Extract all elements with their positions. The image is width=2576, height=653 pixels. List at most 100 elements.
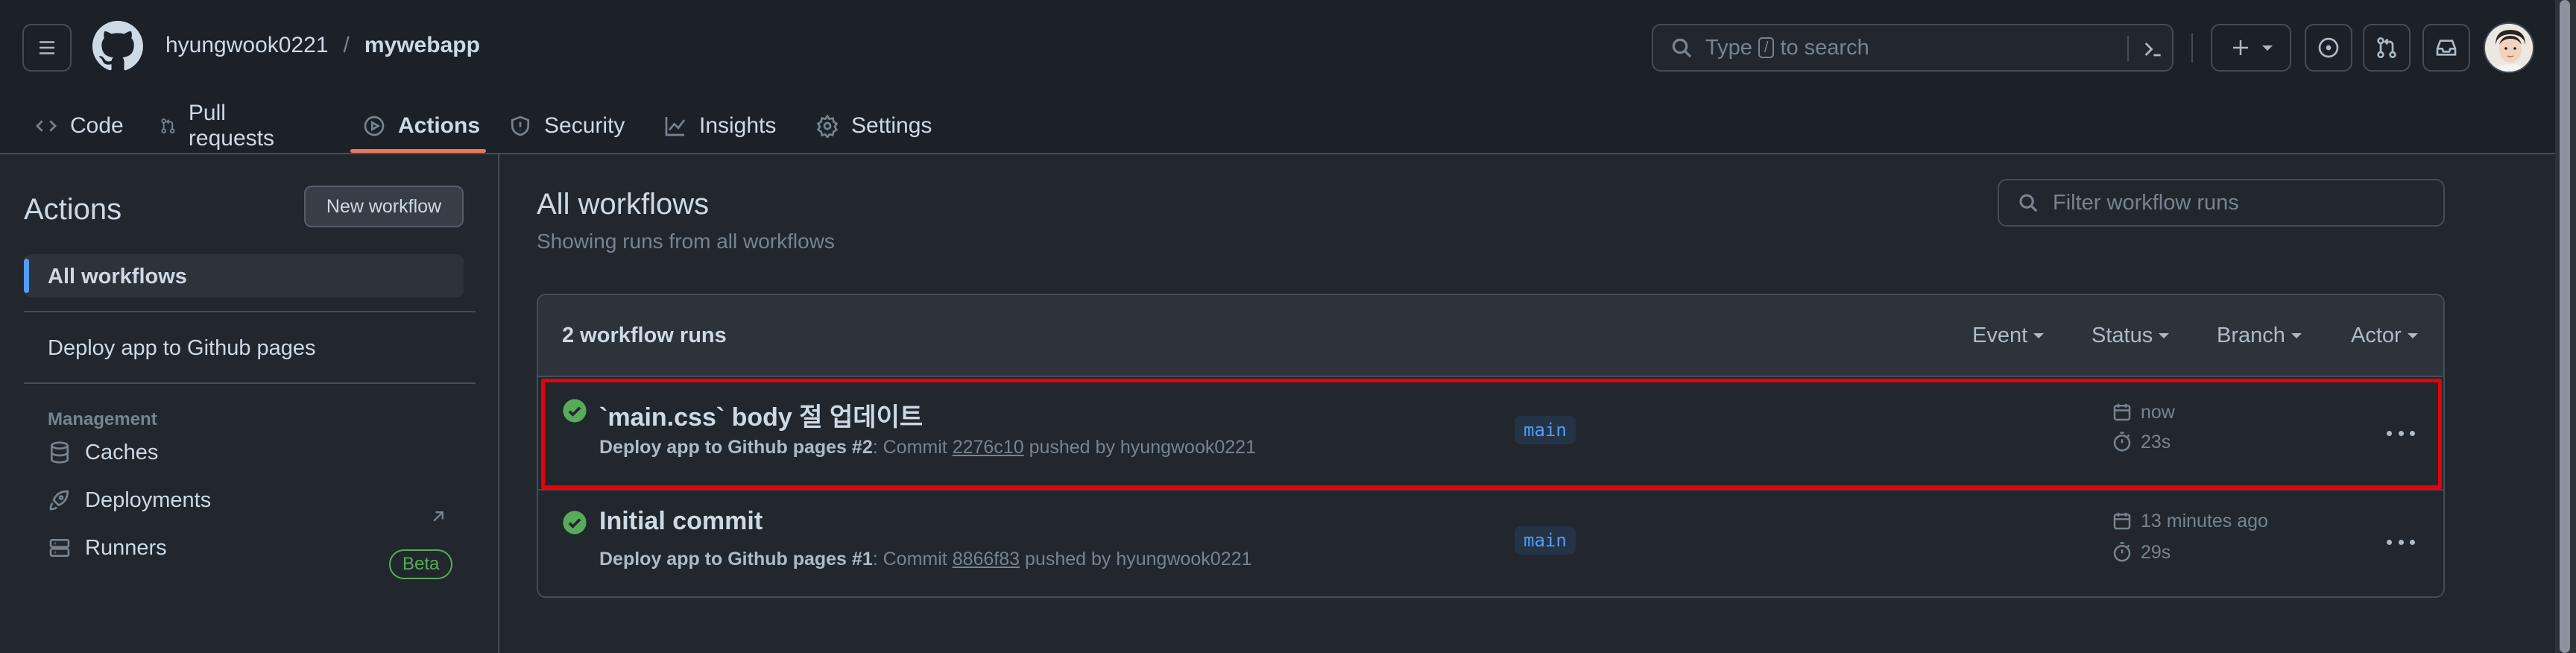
kebab-dot (2410, 430, 2415, 436)
sidebar-item-label: Deployments (85, 488, 212, 512)
tab-settings[interactable]: Settings (815, 97, 932, 154)
run-duration-text: 29s (2141, 541, 2171, 563)
pull-request-icon (2377, 37, 2396, 58)
sidebar-item-label: Runners (85, 535, 167, 560)
breadcrumb-separator: / (343, 33, 350, 57)
search-divider (2127, 36, 2129, 61)
chevron-down-icon (2407, 333, 2418, 338)
search-placeholder-suffix: to search (1780, 35, 1869, 60)
external-link-icon (433, 511, 443, 522)
run-duration: 23s (2111, 431, 2171, 453)
commit-sha-link[interactable]: 8866f83 (953, 549, 1020, 570)
repo-name-link[interactable]: mywebapp (364, 33, 480, 58)
table-row[interactable]: `main.css` body 절 업데이트 Deploy app to Git… (538, 379, 2443, 489)
beta-badge: Beta (389, 549, 453, 579)
branch-badge[interactable]: main (1515, 526, 1576, 555)
global-search-input[interactable]: Type / to search (1652, 24, 2174, 72)
sidebar-item-all-workflows[interactable]: All workflows (24, 254, 464, 297)
sidebar-item-deploy-workflow[interactable]: Deploy app to Github pages (48, 336, 316, 361)
run-more-options-button[interactable] (2382, 531, 2419, 553)
issues-button[interactable] (2305, 24, 2352, 72)
command-palette-icon[interactable] (2141, 37, 2165, 61)
run-duration-text: 23s (2141, 431, 2171, 452)
run-workflow-name: Deploy app to Github pages (599, 549, 847, 570)
table-row[interactable]: Initial commit Deploy app to Github page… (538, 489, 2443, 596)
github-logo-icon[interactable] (92, 21, 143, 72)
graph-icon (665, 116, 686, 136)
sidebar-divider (24, 382, 476, 384)
runs-table-header: 2 workflow runs Event Status Branch Acto… (538, 295, 2443, 377)
calendar-icon (2113, 512, 2131, 530)
search-shortcut-key: / (1758, 37, 1775, 58)
filter-label: Branch (2217, 324, 2285, 347)
tab-insights[interactable]: Insights (663, 97, 776, 154)
tab-code[interactable]: Code (34, 97, 124, 154)
sidebar-item-label: All workflows (48, 265, 187, 288)
sidebar-item-deployments[interactable]: Deployments (48, 485, 211, 515)
new-workflow-button[interactable]: New workflow (304, 186, 464, 227)
sidebar-item-label: Caches (85, 440, 159, 464)
tab-pull-requests[interactable]: Pull requests (160, 97, 281, 154)
run-timestamp: 13 minutes ago (2111, 510, 2268, 532)
run-duration: 29s (2111, 541, 2171, 564)
breadcrumb: hyungwook0221 / mywebapp (165, 33, 480, 58)
active-tab-underline (350, 149, 486, 153)
github-actions-page: hyungwook0221 / mywebapp Type / to searc… (0, 0, 2555, 653)
page-title: All workflows (537, 188, 710, 221)
menu-button[interactable] (22, 24, 72, 72)
success-check-icon (563, 399, 587, 423)
gear-icon (816, 113, 839, 138)
run-title-link[interactable]: Initial commit (599, 507, 763, 536)
plus-icon (2233, 40, 2248, 55)
search-placeholder: Type / to search (1705, 36, 1869, 60)
run-meta: Deploy app to Github pages #2: Commit 22… (599, 437, 1256, 458)
tab-security-label: Security (544, 113, 625, 138)
actions-sidebar: Actions New workflow All workflows Deplo… (0, 154, 499, 653)
user-avatar-icon (2485, 24, 2533, 72)
issue-icon (2318, 37, 2339, 58)
sidebar-item-caches[interactable]: Caches (48, 438, 158, 467)
kebab-dot (2387, 539, 2392, 545)
branch-filter-dropdown[interactable]: Branch (2217, 324, 2302, 348)
inbox-icon (2436, 40, 2457, 56)
branch-badge[interactable]: main (1515, 416, 1576, 444)
play-icon (364, 116, 385, 136)
page-scrollbar-thumb[interactable] (2560, 0, 2570, 653)
run-more-options-button[interactable] (2382, 422, 2419, 444)
create-new-button[interactable] (2211, 24, 2291, 72)
avatar[interactable] (2484, 22, 2534, 73)
search-icon (1672, 38, 1692, 58)
tab-actions[interactable]: Actions (362, 97, 480, 154)
run-time-text: 13 minutes ago (2141, 510, 2268, 531)
search-icon (2019, 194, 2038, 212)
filter-placeholder: Filter workflow runs (2053, 190, 2239, 215)
run-workflow-name: Deploy app to Github pages (599, 437, 847, 458)
sidebar-item-runners[interactable]: Runners (48, 533, 167, 563)
header-divider (2191, 33, 2193, 63)
pull-request-icon (161, 118, 175, 133)
filter-workflow-runs-input[interactable]: Filter workflow runs (1998, 179, 2445, 227)
status-filter-dropdown[interactable]: Status (2092, 324, 2170, 348)
active-indicator (24, 259, 29, 293)
inbox-button[interactable] (2422, 24, 2470, 72)
search-placeholder-prefix: Type (1705, 35, 1752, 60)
tab-pull-requests-label: Pull requests (188, 100, 274, 151)
sidebar-title: Actions (24, 193, 122, 226)
run-pushed-by: pushed by hyungwook0221 (1020, 549, 1252, 570)
run-number: #1 (851, 549, 873, 570)
chevron-down-icon (2159, 333, 2170, 338)
shield-icon (511, 116, 529, 136)
pull-requests-button[interactable] (2363, 24, 2411, 72)
run-meta: Deploy app to Github pages #1: Commit 88… (599, 549, 1251, 570)
event-filter-dropdown[interactable]: Event (1972, 324, 2045, 348)
calendar-icon (2113, 403, 2131, 421)
run-number: #2 (851, 437, 873, 458)
run-title-link[interactable]: `main.css` body 절 업데이트 (599, 397, 923, 433)
stopwatch-icon (2113, 432, 2131, 452)
repo-owner-link[interactable]: hyungwook0221 (165, 33, 329, 58)
actor-filter-dropdown[interactable]: Actor (2351, 324, 2418, 348)
commit-sha-link[interactable]: 2276c10 (953, 437, 1024, 458)
management-heading: Management (48, 409, 157, 429)
app-header: hyungwook0221 / mywebapp Type / to searc… (0, 0, 2555, 154)
tab-security[interactable]: Security (508, 97, 625, 154)
